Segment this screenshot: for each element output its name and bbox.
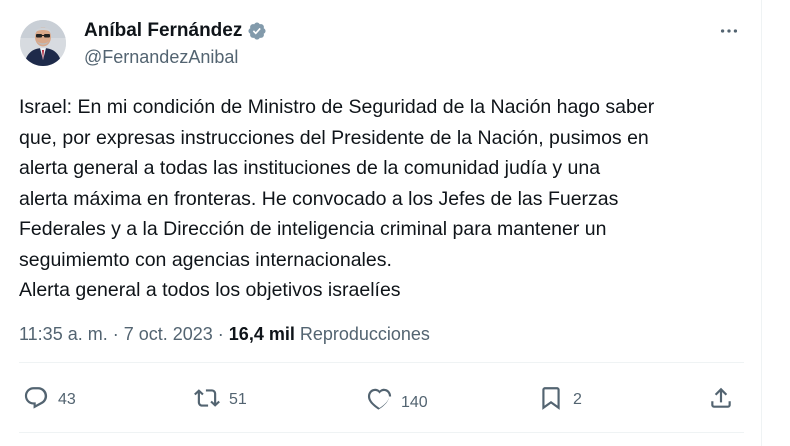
author-display-name[interactable]: Aníbal Fernández [84, 20, 242, 42]
repost-icon [194, 385, 220, 416]
tweet-line: Federales y a la Dirección de inteligenc… [19, 218, 607, 240]
more-dots-icon[interactable] [714, 16, 744, 46]
tweet-time[interactable]: 11:35 a. m. [19, 324, 108, 344]
reply-icon [23, 385, 49, 416]
reply-button[interactable]: 43 [23, 375, 76, 425]
like-button[interactable]: 140 [366, 375, 428, 425]
repost-count: 51 [229, 391, 247, 408]
tweet-meta: 11:35 a. m. · 7 oct. 2023 · 16,4 mil Rep… [19, 322, 430, 346]
tweet-line: que, por expresas instrucciones del Pres… [19, 126, 649, 149]
divider [19, 432, 744, 433]
share-button[interactable] [708, 375, 734, 425]
bookmark-count: 2 [573, 391, 582, 408]
bookmark-button[interactable]: 2 [538, 375, 582, 425]
reply-count: 43 [58, 391, 76, 408]
repost-button[interactable]: 51 [194, 375, 247, 425]
tweet-line: alerta máxima en fronteras. He convocado… [19, 187, 619, 210]
heart-icon [366, 385, 392, 416]
avatar[interactable] [20, 20, 66, 66]
tweet-line: seguimiemto con agencias internacionales… [19, 248, 392, 271]
tweet-line: Alerta general a todos los objetivos isr… [19, 279, 401, 301]
tweet-line: alerta general a todas las instituciones… [19, 157, 601, 179]
author-handle[interactable]: @FernandezAnibal [84, 46, 238, 68]
meta-separator: · [212, 324, 229, 344]
verified-badge-icon[interactable] [247, 21, 267, 41]
tweet-card: Aníbal Fernández @FernandezAnibal Israel… [0, 0, 762, 446]
views-count: 16,4 mil [228, 324, 295, 344]
author-name-row: Aníbal Fernández [84, 20, 267, 42]
like-count: 140 [401, 394, 428, 411]
action-bar: 43 51 140 2 [0, 375, 762, 425]
share-icon [708, 385, 734, 416]
tweet-text: Israel: En mi condición de Ministro de S… [19, 92, 749, 306]
meta-separator: · [107, 324, 124, 344]
bookmark-icon [538, 385, 564, 416]
tweet-date[interactable]: 7 oct. 2023 [124, 324, 213, 344]
views-label: Reproducciones [294, 324, 430, 344]
divider [19, 362, 744, 363]
tweet-line: Israel: En mi condición de Ministro de S… [19, 96, 655, 118]
